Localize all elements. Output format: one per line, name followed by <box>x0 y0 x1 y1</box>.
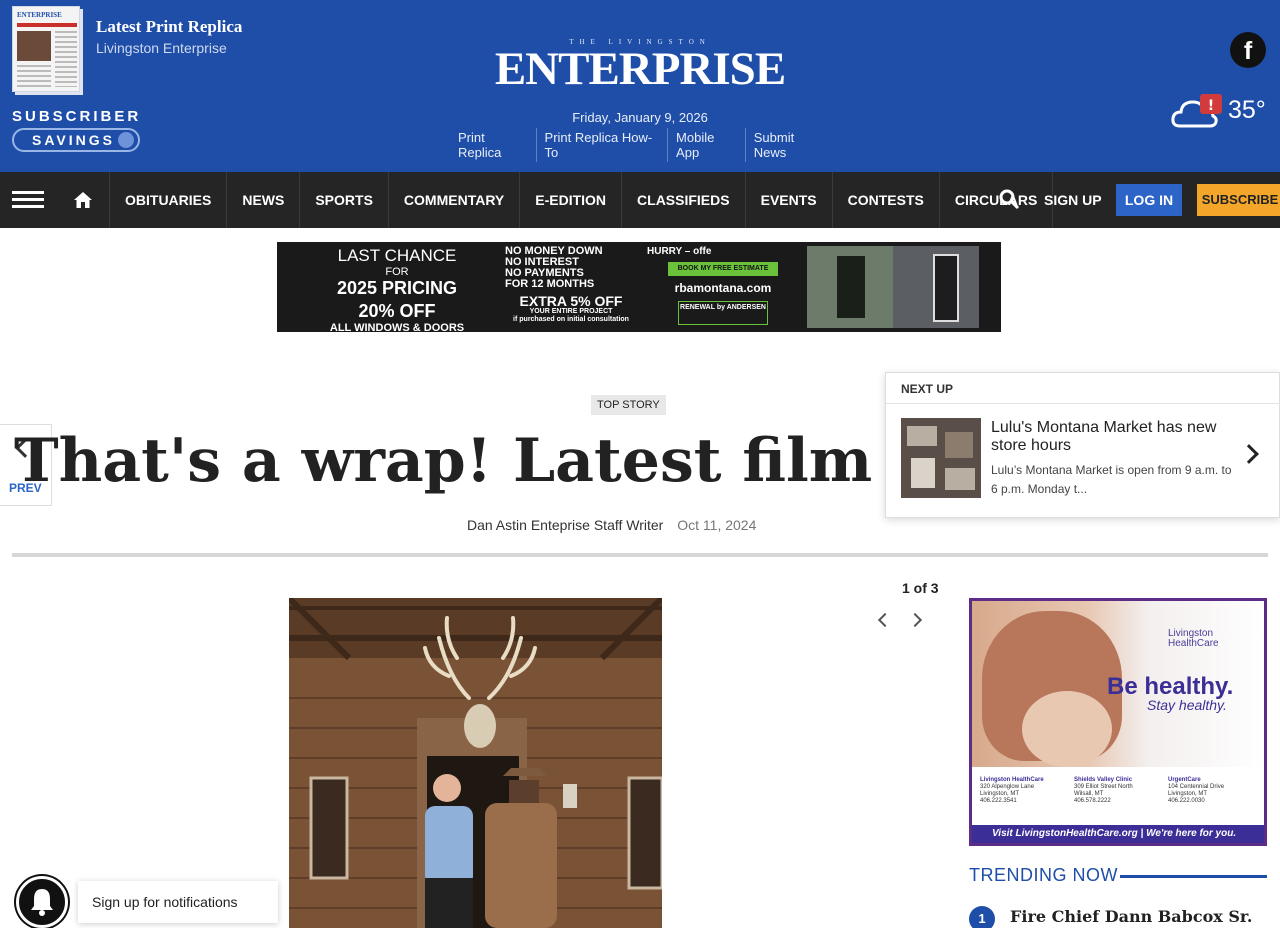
masthead: ENTERPRISE Latest Print Replica Livingst… <box>0 0 1280 172</box>
ad-door-image <box>893 246 979 328</box>
replica-thumb-title: ENTERPRISE <box>17 11 62 19</box>
ad-brand: Livingston HealthCare <box>1168 629 1219 649</box>
ad-location: Shields Valley Clinic 309 Elliot Street … <box>1074 777 1133 804</box>
ad-line3: 2025 PRICING <box>336 278 458 298</box>
author-name[interactable]: Dan Astin Enteprise Staff Writer <box>467 517 663 533</box>
nav-sports[interactable]: SPORTS <box>300 172 389 228</box>
notifications-signup[interactable]: Sign up for notifications <box>78 881 278 923</box>
ad-line1: LAST CHANCE <box>337 246 457 265</box>
menu-icon[interactable] <box>0 172 56 228</box>
cloud-alert-icon: ! <box>1171 94 1222 128</box>
nav-e-edition[interactable]: E-EDITION <box>520 172 623 228</box>
nav-classifieds[interactable]: CLASSIFIEDS <box>622 172 746 228</box>
ad-hurry: HURRY – offe <box>647 246 712 257</box>
ad-footer: Visit LivingstonHealthCare.org | We're h… <box>972 825 1264 843</box>
ad-cta-block: HURRY – offe BOOK MY FREE ESTIMATE rbamo… <box>647 246 799 325</box>
weather-widget[interactable]: ! 35° <box>1170 92 1280 132</box>
divider <box>12 553 1268 557</box>
next-up-title[interactable]: Lulu's Montana Market has new store hour… <box>991 419 1246 455</box>
print-replica-subtitle: Livingston Enterprise <box>96 40 227 56</box>
ad-offer7: if purchased on initial consultation <box>513 316 629 323</box>
ad-photo-figure <box>1022 691 1112 767</box>
gallery-next-icon[interactable] <box>907 612 923 628</box>
nav-news[interactable]: NEWS <box>227 172 301 228</box>
notification-bell-button[interactable] <box>16 876 68 928</box>
savings-line1: SUBSCRIBER <box>12 108 142 125</box>
ad-location: Livingston HealthCare 320 Alpenglow Lane… <box>980 777 1044 804</box>
gallery-prev-icon[interactable] <box>877 612 893 628</box>
savings-line2: SAVINGS <box>32 132 115 148</box>
divider <box>886 403 1280 404</box>
next-up-panel[interactable]: NEXT UP Lulu's Montana Market has new st… <box>885 372 1280 518</box>
article-photo[interactable] <box>289 598 662 928</box>
link-submit-news[interactable]: Submit News <box>744 128 834 162</box>
subscribe-button[interactable]: SUBSCRIBE <box>1197 184 1280 216</box>
ad-offer5: EXTRA 5% OFF <box>519 293 623 309</box>
ad-subhead: Stay healthy. <box>1147 697 1227 713</box>
coin-icon <box>118 132 134 148</box>
temperature: 35° <box>1228 96 1266 124</box>
healthcare-ad[interactable]: Livingston HealthCare Be healthy. Stay h… <box>969 598 1267 846</box>
link-print-replica-how-to[interactable]: Print Replica How-To <box>535 128 668 162</box>
next-up-thumbnail[interactable] <box>901 418 981 498</box>
nav-commentary[interactable]: COMMENTARY <box>389 172 521 228</box>
ad-renewal-logo: RENEWAL by ANDERSEN <box>678 301 768 325</box>
nav-contests[interactable]: CONTESTS <box>833 172 940 228</box>
ad-offer-block: NO MONEY DOWN NO INTEREST NO PAYMENTS FO… <box>505 246 637 324</box>
link-mobile-app[interactable]: Mobile App <box>667 128 745 162</box>
svg-text:!: ! <box>1208 98 1214 114</box>
ad-door-image <box>807 246 893 328</box>
nav-events[interactable]: EVENTS <box>746 172 833 228</box>
divider <box>1120 875 1267 878</box>
home-button[interactable] <box>56 172 110 228</box>
ad-line5: ALL WINDOWS & DOORS <box>329 322 465 332</box>
ad-url: rbamontana.com <box>674 281 772 295</box>
savings-pill: SAVINGS <box>12 128 140 152</box>
gallery-counter: 1 of 3 <box>902 580 939 596</box>
bell-icon <box>31 889 53 916</box>
ad-location: UrgentCare 104 Centennial Drive Livingst… <box>1168 777 1225 804</box>
ad-offer4: FOR 12 MONTHS <box>505 278 595 290</box>
ad-estimate-button[interactable]: BOOK MY FREE ESTIMATE <box>668 262 778 276</box>
trending-item[interactable]: Fire Chief Dann Babcox Sr. <box>1010 907 1252 926</box>
log-in-button[interactable]: LOG IN <box>1116 184 1182 216</box>
next-up-description: Lulu’s Montana Market is open from 9 a.m… <box>991 463 1232 496</box>
site-logo[interactable]: ENTERPRISE <box>460 42 820 96</box>
top-links: Print Replica Print Replica How-To Mobil… <box>450 128 834 162</box>
byline: Dan Astin Enteprise Staff Writer Oct 11,… <box>467 517 756 533</box>
facebook-icon[interactable]: f <box>1230 32 1266 68</box>
ad-brand-line2: HealthCare <box>1168 638 1219 649</box>
current-date: Friday, January 9, 2026 <box>572 110 708 125</box>
subscriber-savings-link[interactable]: SUBSCRIBER SAVINGS <box>12 108 142 152</box>
next-up-label: NEXT UP <box>901 382 954 396</box>
print-replica-title[interactable]: Latest Print Replica <box>96 17 242 37</box>
sign-up-link[interactable]: SIGN UP <box>1044 172 1102 228</box>
ad-offer6: YOUR ENTIRE PROJECT <box>529 308 613 315</box>
nav-circulars[interactable]: CIRCULARS <box>940 172 1054 228</box>
main-nav: OBITUARIES NEWS SPORTS COMMENTARY E-EDIT… <box>0 172 1280 228</box>
print-replica-thumbnail[interactable]: ENTERPRISE <box>12 6 80 92</box>
nav-obituaries[interactable]: OBITUARIES <box>110 172 228 228</box>
trending-title: TRENDING NOW <box>969 865 1118 885</box>
ad-line4: 20% OFF <box>358 301 436 321</box>
ad-pricing-block: LAST CHANCE FOR 2025 PRICING 20% OFF ALL… <box>297 246 497 332</box>
publish-date: Oct 11, 2024 <box>677 517 757 533</box>
trending-rank: 1 <box>969 906 995 928</box>
search-icon[interactable] <box>998 188 1020 210</box>
ad-locations: Livingston HealthCare 320 Alpenglow Lane… <box>980 777 1260 805</box>
banner-ad[interactable]: LAST CHANCE FOR 2025 PRICING 20% OFF ALL… <box>277 242 1001 332</box>
top-story-tag[interactable]: TOP STORY <box>591 395 666 415</box>
home-icon <box>73 192 92 208</box>
link-print-replica[interactable]: Print Replica <box>450 128 536 162</box>
ad-line2: FOR <box>385 266 409 278</box>
